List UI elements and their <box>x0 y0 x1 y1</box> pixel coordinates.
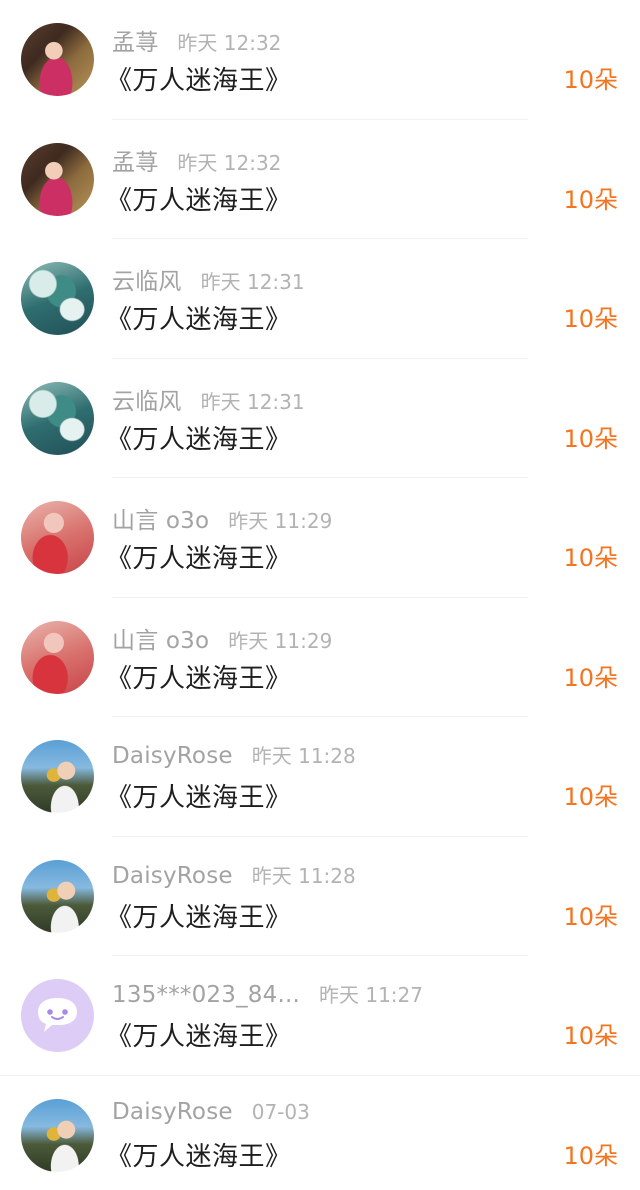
gift-amount: 10朵 <box>563 1022 618 1050</box>
gift-record-row[interactable]: DaisyRose 昨天 11:28 《万人迷海王》 10朵 <box>0 717 640 837</box>
row-meta: 孟荨 昨天 12:32 <box>112 23 281 57</box>
gift-amount: 10朵 <box>563 66 618 94</box>
user-name[interactable]: 山言 o3o <box>112 621 209 655</box>
user-avatar[interactable] <box>21 262 94 335</box>
user-name[interactable]: DaisyRose <box>112 1099 233 1125</box>
gift-record-row[interactable]: DaisyRose 07-03 《万人迷海王》 10朵 <box>0 1076 640 1190</box>
user-avatar[interactable] <box>21 501 94 574</box>
work-title: 《万人迷海王》 <box>106 66 292 96</box>
row-meta: 云临风 昨天 12:31 <box>112 382 305 416</box>
work-title: 《万人迷海王》 <box>106 1022 292 1052</box>
gift-time: 昨天 12:32 <box>177 31 282 55</box>
gift-time: 昨天 11:28 <box>251 863 356 888</box>
user-avatar[interactable] <box>21 979 94 1052</box>
row-meta: DaisyRose 昨天 11:28 <box>112 860 356 889</box>
user-name[interactable]: DaisyRose <box>112 743 233 769</box>
gift-time: 昨天 11:29 <box>228 628 333 653</box>
work-title: 《万人迷海王》 <box>106 783 292 813</box>
gift-amount: 10朵 <box>563 1141 618 1170</box>
work-title: 《万人迷海王》 <box>106 1141 292 1172</box>
gift-record-row[interactable]: DaisyRose 昨天 11:28 《万人迷海王》 10朵 <box>0 837 640 956</box>
gift-record-row[interactable]: 135***023_84... 昨天 11:27 《万人迷海王》 10朵 <box>0 956 640 1076</box>
row-meta: DaisyRose 昨天 11:28 <box>112 740 356 769</box>
gift-amount: 10朵 <box>563 305 618 333</box>
user-name[interactable]: 云临风 <box>112 262 182 296</box>
gift-amount: 10朵 <box>563 663 618 692</box>
row-meta: 135***023_84... 昨天 11:27 <box>112 979 423 1008</box>
user-avatar[interactable] <box>21 1098 94 1172</box>
chat-bubble-icon <box>38 998 77 1032</box>
work-title: 《万人迷海王》 <box>106 544 292 574</box>
row-meta: 山言 o3o 昨天 11:29 <box>112 501 332 535</box>
gift-time: 07-03 <box>251 1099 310 1124</box>
user-name[interactable]: DaisyRose <box>112 863 233 889</box>
gift-record-list: 孟荨 昨天 12:32 《万人迷海王》 10朵 孟荨 昨天 12:32 《万人迷… <box>0 0 640 1190</box>
work-title: 《万人迷海王》 <box>106 663 292 694</box>
work-title: 《万人迷海王》 <box>106 305 292 335</box>
gift-time: 昨天 12:31 <box>200 389 305 414</box>
row-meta: 云临风 昨天 12:31 <box>112 262 305 296</box>
user-avatar[interactable] <box>21 142 94 216</box>
work-title: 《万人迷海王》 <box>106 185 292 216</box>
gift-record-row[interactable]: 云临风 昨天 12:31 《万人迷海王》 10朵 <box>0 239 640 359</box>
gift-record-row[interactable]: 孟荨 昨天 12:32 《万人迷海王》 10朵 <box>0 120 640 239</box>
work-title: 《万人迷海王》 <box>106 902 292 933</box>
gift-record-row[interactable]: 孟荨 昨天 12:32 《万人迷海王》 10朵 <box>0 0 640 120</box>
gift-time: 昨天 12:31 <box>200 270 305 294</box>
row-meta: DaisyRose 07-03 <box>112 1099 310 1125</box>
gift-amount: 10朵 <box>563 185 618 214</box>
gift-record-row[interactable]: 云临风 昨天 12:31 《万人迷海王》 10朵 <box>0 359 640 478</box>
gift-amount: 10朵 <box>563 783 618 811</box>
user-name[interactable]: 孟荨 <box>112 23 158 57</box>
gift-record-row[interactable]: 山言 o3o 昨天 11:29 《万人迷海王》 10朵 <box>0 478 640 598</box>
user-avatar[interactable] <box>21 859 94 933</box>
gift-amount: 10朵 <box>563 902 618 931</box>
gift-time: 昨天 11:29 <box>228 509 333 533</box>
user-name[interactable]: 山言 o3o <box>112 501 209 535</box>
gift-time: 昨天 11:28 <box>251 744 356 768</box>
row-meta: 孟荨 昨天 12:32 <box>112 143 281 177</box>
gift-amount: 10朵 <box>563 544 618 572</box>
user-avatar[interactable] <box>21 381 94 455</box>
gift-time: 昨天 11:27 <box>319 983 423 1007</box>
gift-time: 昨天 12:32 <box>177 150 282 175</box>
user-avatar[interactable] <box>21 740 94 813</box>
user-avatar[interactable] <box>21 23 94 96</box>
user-name[interactable]: 孟荨 <box>112 143 158 177</box>
row-meta: 山言 o3o 昨天 11:29 <box>112 621 332 655</box>
work-title: 《万人迷海王》 <box>106 424 292 455</box>
gift-record-row[interactable]: 山言 o3o 昨天 11:29 《万人迷海王》 10朵 <box>0 598 640 717</box>
user-name[interactable]: 云临风 <box>112 382 182 416</box>
user-name[interactable]: 135***023_84... <box>112 982 300 1008</box>
user-avatar[interactable] <box>21 620 94 694</box>
gift-amount: 10朵 <box>563 424 618 453</box>
